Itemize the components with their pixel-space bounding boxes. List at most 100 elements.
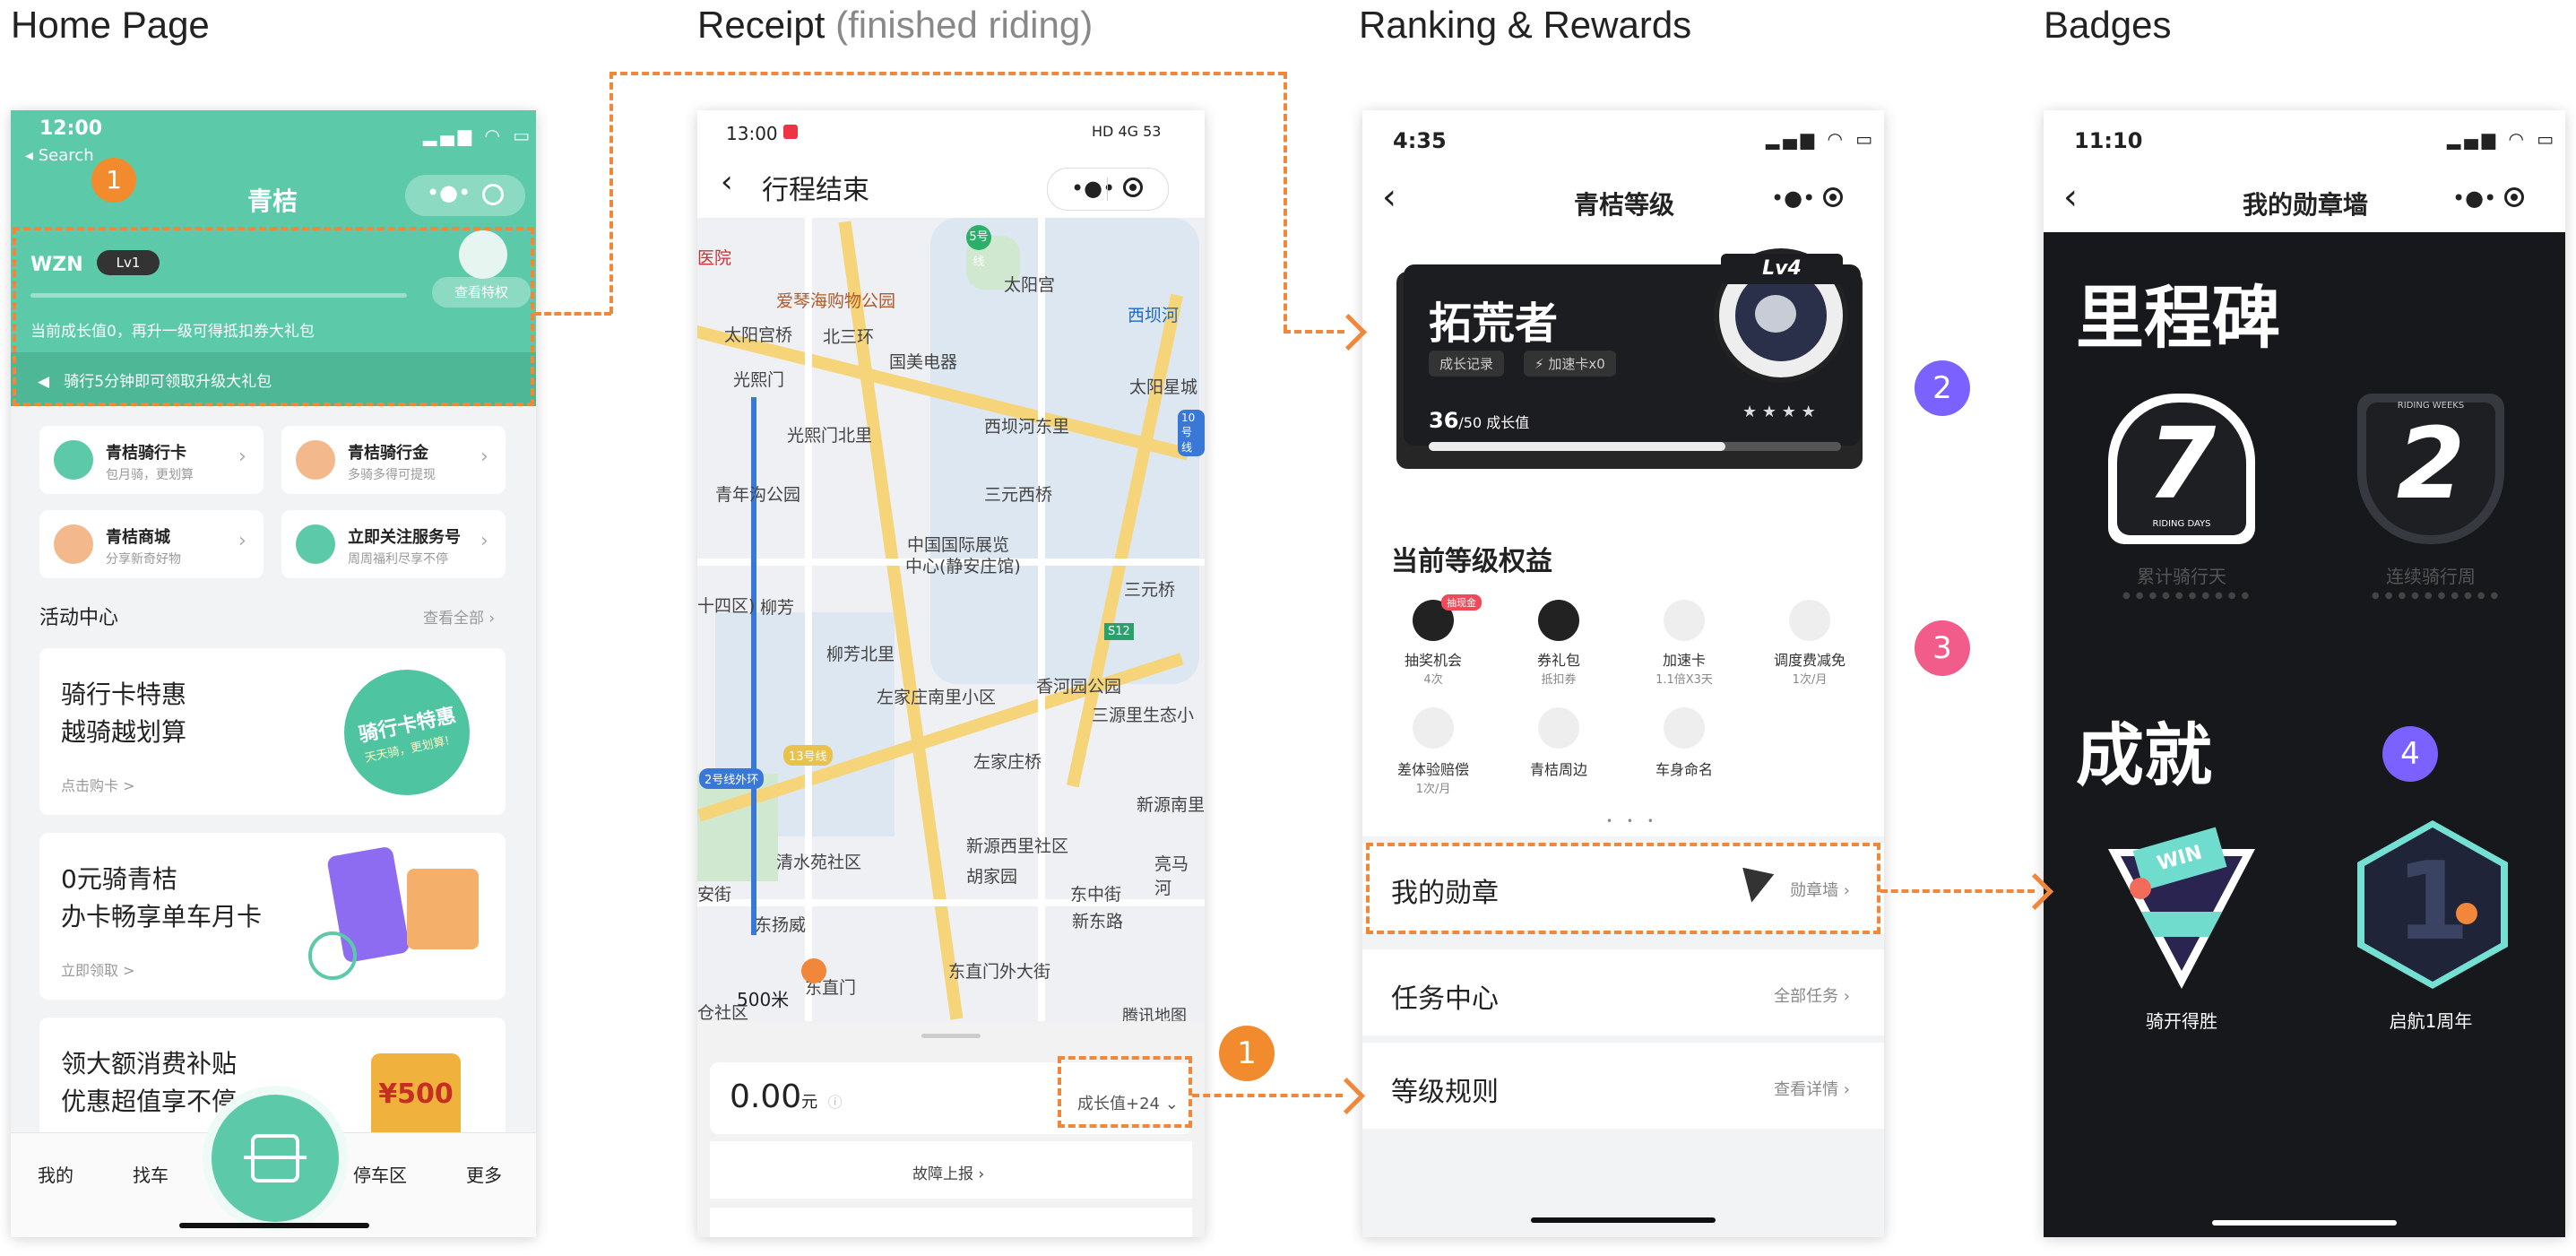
close-miniapp-icon[interactable] [1823, 187, 1843, 207]
more-icon[interactable]: •●• [2452, 186, 2496, 211]
activity-all-link[interactable]: 查看全部 › [423, 605, 495, 628]
tile-riding-card[interactable]: 青桔骑行卡 包月骑，更划算 › [39, 426, 264, 494]
status-time: 11:10 [2074, 128, 2143, 153]
map-label: 光熙门 [733, 370, 785, 390]
tab-mine[interactable]: 我的 [38, 1161, 73, 1187]
menu-capsule[interactable]: •●• [1748, 178, 1868, 220]
map-label: 胡家园 [966, 867, 1018, 887]
speed-card-tag[interactable]: ⚡ 加速卡x0 [1524, 351, 1616, 377]
tile-shop[interactable]: 青桔商城 分享新奇好物 › [39, 510, 264, 578]
map-label: 太阳星城 [1129, 377, 1198, 397]
merch-icon[interactable] [1538, 707, 1579, 749]
badge-label: 骑开得胜 [2146, 1010, 2217, 1032]
bike-naming-icon[interactable] [1664, 707, 1705, 749]
sheet-handle[interactable] [921, 1034, 981, 1038]
coupon-bag-icon[interactable] [1538, 600, 1579, 641]
menu-capsule[interactable]: •●• [2429, 178, 2549, 220]
row-label: 任务中心 [1391, 983, 1499, 1015]
close-miniapp-icon[interactable] [2504, 187, 2524, 207]
badge-number: 2 [2396, 406, 2466, 521]
map-label: 爱琴海购物公园 [776, 291, 896, 311]
report-link[interactable]: 故障上报 › [912, 1161, 984, 1183]
growth-record-tag[interactable]: 成长记录 [1429, 351, 1505, 377]
promo-link[interactable]: 点击购卡 > [61, 774, 135, 795]
tile-riding-money[interactable]: 青桔骑行金 多骑多得可提现 › [281, 426, 506, 494]
scan-button[interactable] [212, 1095, 339, 1222]
milestone-heading: 里程碑 [2076, 278, 2280, 358]
level-rules-row[interactable]: 等级规则 查看详情 › [1362, 1043, 1884, 1129]
tab-more[interactable]: 更多 [466, 1161, 502, 1187]
activity-title: 活动中心 [39, 607, 119, 629]
map-label: 青年沟公园 [715, 485, 801, 505]
growth-value: 36/50 成长值 [1429, 408, 1529, 433]
anniversary-badge[interactable]: 1 [2357, 820, 2508, 989]
back-icon[interactable]: ‹ [2063, 177, 2078, 218]
tile-sub: 包月骑，更划算 [106, 468, 194, 482]
dispatch-fee-icon[interactable] [1789, 600, 1830, 641]
map-label: 医院 [697, 248, 732, 268]
map-brand: 腾讯地图 [1122, 1007, 1187, 1023]
promo-link[interactable]: 立即领取 > [61, 958, 135, 980]
map-label: 东直门外大街 [948, 962, 1051, 982]
page-title: 青桔等级 [1574, 190, 1675, 220]
tile-title: 青桔骑行金 [348, 444, 428, 463]
promo-card-2[interactable]: 0元骑青桔 办卡畅享单车月卡 立即领取 > [39, 833, 506, 1000]
right-label: 差体验赔偿 [1396, 761, 1469, 778]
report-row[interactable]: 故障上报 › [710, 1141, 1192, 1199]
tile-title: 青桔骑行卡 [106, 444, 186, 463]
right-label: 加速卡 [1662, 652, 1706, 669]
more-row [710, 1208, 1192, 1237]
tile-follow-service[interactable]: 立即关注服务号 周周福利尽享不停 › [281, 510, 506, 578]
highlight-my-medals [1366, 843, 1880, 934]
home-indicator [179, 1223, 369, 1228]
promo-line1: 0元骑青桔 [61, 864, 177, 894]
more-icon[interactable]: •●• [1771, 186, 1815, 211]
tile-sub: 分享新奇好物 [106, 552, 181, 567]
marker-3: 3 [1915, 620, 1970, 676]
riding-days-badge[interactable]: 7 RIDING DAYS [2108, 394, 2255, 544]
grid-icon [296, 524, 335, 564]
menu-capsule[interactable]: •●• [405, 175, 525, 216]
row-right-label: 全部任务 [1774, 987, 1839, 1006]
map-label: 清水苑社区 [776, 853, 862, 872]
row-right: 全部任务 › [1774, 987, 1850, 1006]
route-map[interactable]: 医院 爱琴海购物公园 太阳宫 西坝河 太阳宫桥 北三环 国美电器 光熙门 光熙门… [697, 218, 1205, 1023]
tab-find-bike[interactable]: 找车 [133, 1161, 169, 1187]
map-label: 东扬威 [755, 915, 807, 935]
map-label: 北三环 [823, 327, 875, 347]
avatar-icon [54, 524, 93, 564]
info-icon[interactable]: ⓘ [828, 1094, 843, 1111]
map-label: 十四区) [697, 596, 756, 616]
speed-card-icon[interactable] [1664, 600, 1705, 641]
back-icon[interactable]: ‹ [721, 164, 733, 200]
map-label: 太阳宫 [1004, 275, 1056, 295]
status-icons: ▂▄▆ ◠ ▭ [1766, 128, 1877, 150]
page-dots: • • • [1606, 815, 1659, 827]
riding-weeks-badge[interactable]: RIDING WEEKS 2 [2357, 394, 2504, 544]
status-icons: ▂▄▆ ◠ ▭ [2447, 128, 2558, 150]
right-label: 调度费减免 [1773, 652, 1846, 669]
map-label: 左家庄桥 [973, 752, 1042, 772]
tab-parking[interactable]: 停车区 [353, 1161, 407, 1187]
close-miniapp-icon[interactable] [482, 184, 504, 205]
column-title-badges: Badges [2044, 4, 2172, 46]
map-label: 三源里生态小 [1092, 706, 1195, 725]
back-search-link[interactable]: ◂ Search [25, 146, 94, 165]
more-icon[interactable]: •●• [1071, 176, 1115, 201]
status-icons: HD 4G 53 [1092, 123, 1162, 140]
menu-capsule[interactable]: •●• [1047, 168, 1169, 211]
row-right-label: 查看详情 [1774, 1080, 1839, 1099]
map-label: 亮马河 [1154, 854, 1189, 898]
status-time: 4:35 [1393, 128, 1447, 153]
back-icon[interactable]: ‹ [1382, 177, 1396, 218]
connector-line [1880, 889, 2035, 893]
more-icon[interactable]: •●• [427, 180, 471, 205]
right-sub: 1次/月 [1415, 783, 1451, 796]
task-center-row[interactable]: 任务中心 全部任务 › [1362, 949, 1884, 1035]
red-ball-icon [2130, 878, 2151, 899]
speed-card-label: 加速卡x0 [1548, 356, 1605, 372]
close-miniapp-icon[interactable] [1123, 178, 1143, 197]
promo-card-1[interactable]: 骑行卡特惠 越骑越划算 点击购卡 > 骑行卡特惠 天天骑，更划算! [39, 648, 506, 815]
subway-line-10 [751, 397, 756, 935]
compensation-icon[interactable] [1413, 707, 1454, 749]
